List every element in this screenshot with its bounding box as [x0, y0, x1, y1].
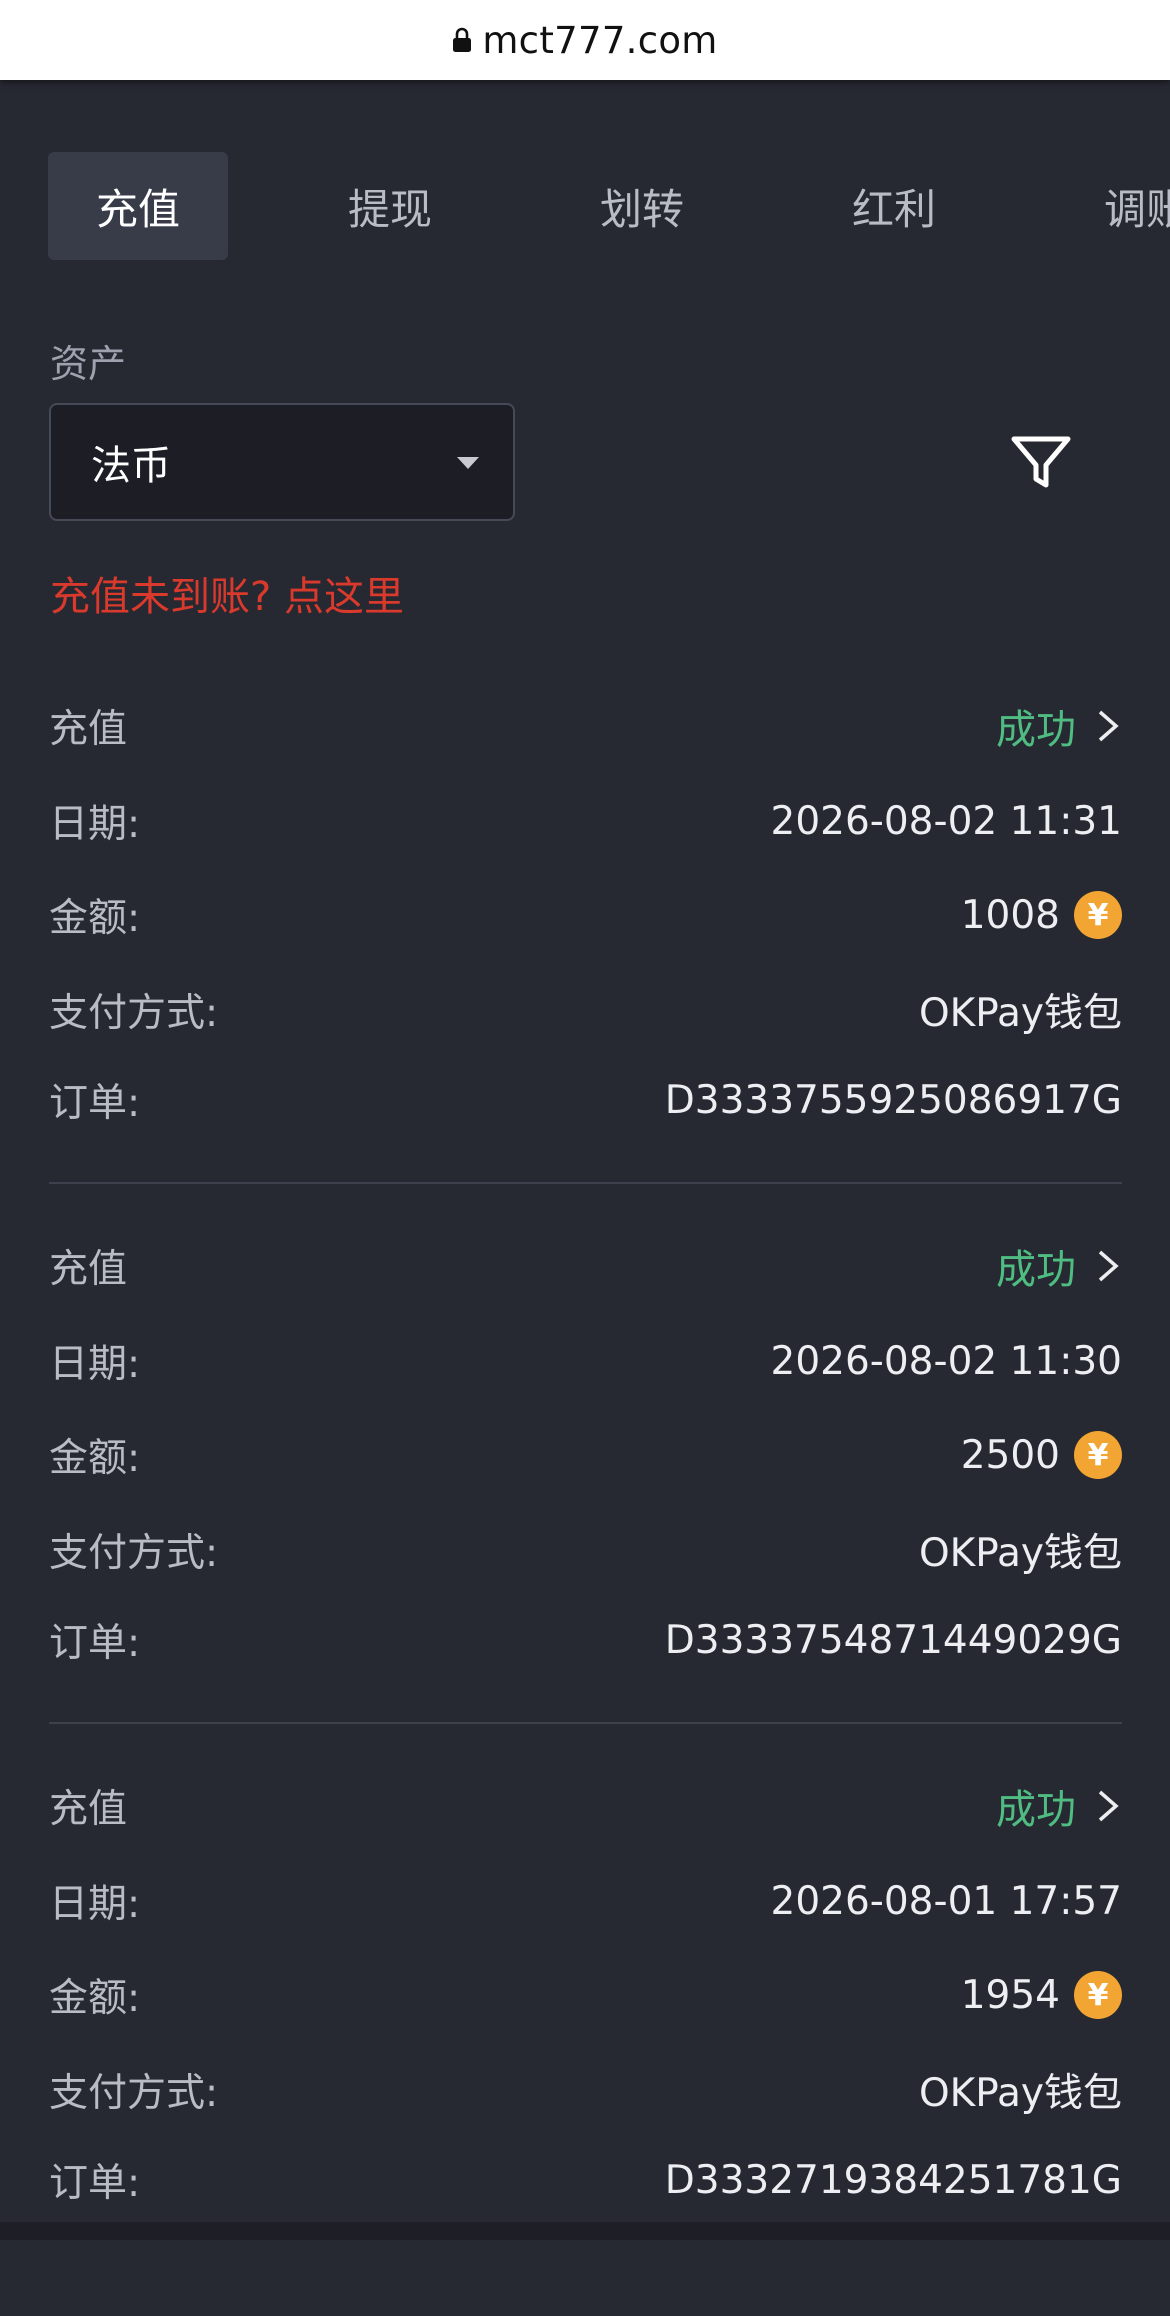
order-label: 订单: [49, 2161, 141, 2206]
asset-label: 资产 [50, 342, 127, 386]
status-badge: 成功 [996, 1247, 1076, 1293]
order-row: 订单: D3332719384251781G [49, 2150, 1122, 2210]
record-header: 充值 成功 [49, 696, 1122, 756]
chevron-right-icon[interactable] [1094, 706, 1122, 746]
amount-value: 1008 [960, 892, 1060, 938]
amount-label: 金额: [49, 1976, 141, 2021]
status-badge: 成功 [996, 707, 1076, 753]
method-row: 支付方式: OKPay钱包 [49, 2060, 1122, 2120]
method-label: 支付方式: [49, 2071, 219, 2116]
deposit-not-received-link[interactable]: 充值未到账? 点这里 [50, 564, 404, 622]
method-row: 支付方式: OKPay钱包 [49, 980, 1122, 1040]
order-value: D3333755925086917G [664, 1077, 1122, 1123]
divider [49, 1182, 1122, 1184]
tab-bonus[interactable]: 红利 [804, 152, 984, 260]
method-value: OKPay钱包 [918, 2071, 1122, 2116]
caret-down-icon [457, 457, 479, 469]
chevron-right-icon[interactable] [1094, 1786, 1122, 1826]
deposit-record[interactable]: 充值 成功 日期: 2026-08-02 11:31 金额: 1008 ¥ 支付… [49, 696, 1122, 1236]
yuan-coin-icon: ¥ [1074, 1971, 1122, 2019]
record-type: 充值 [49, 1247, 128, 1292]
chevron-right-icon[interactable] [1094, 1246, 1122, 1286]
record-type-tabs: 充值 提现 划转 红利 调账 [0, 152, 1170, 262]
record-type: 充值 [49, 707, 128, 752]
date-value: 2026-08-02 11:31 [770, 798, 1122, 844]
date-row: 日期: 2026-08-02 11:30 [49, 1331, 1122, 1391]
tab-deposit[interactable]: 充值 [48, 152, 228, 260]
method-label: 支付方式: [49, 991, 219, 1036]
tab-adjustment[interactable]: 调账 [1056, 152, 1170, 260]
bottom-edge [0, 2222, 1170, 2240]
order-label: 订单: [49, 1621, 141, 1666]
date-row: 日期: 2026-08-02 11:31 [49, 791, 1122, 851]
method-label: 支付方式: [49, 1531, 219, 1576]
amount-label: 金额: [49, 896, 141, 941]
deposit-record[interactable]: 充值 成功 日期: 2026-08-02 11:30 金额: 2500 ¥ 支付… [49, 1236, 1122, 1776]
amount-value: 1954 [960, 1972, 1060, 2018]
method-row: 支付方式: OKPay钱包 [49, 1520, 1122, 1580]
divider [49, 1722, 1122, 1724]
order-row: 订单: D3333755925086917G [49, 1070, 1122, 1130]
url-text: mct777.com [482, 18, 718, 62]
order-label: 订单: [49, 1081, 141, 1126]
amount-label: 金额: [49, 1436, 141, 1481]
amount-row: 金额: 1008 ¥ [49, 885, 1122, 945]
asset-select-value: 法币 [91, 443, 171, 489]
method-value: OKPay钱包 [918, 991, 1122, 1036]
filter-icon[interactable] [1008, 427, 1074, 493]
order-row: 订单: D3333754871449029G [49, 1610, 1122, 1670]
browser-url-bar[interactable]: mct777.com [0, 0, 1170, 80]
amount-row: 金额: 1954 ¥ [49, 1965, 1122, 2025]
record-type: 充值 [49, 1787, 128, 1832]
date-value: 2026-08-02 11:30 [770, 1338, 1122, 1384]
order-value: D3332719384251781G [664, 2157, 1122, 2203]
tab-withdraw[interactable]: 提现 [300, 152, 480, 260]
date-label: 日期: [49, 1882, 141, 1927]
lock-icon [453, 27, 472, 52]
amount-value: 2500 [960, 1432, 1060, 1478]
date-label: 日期: [49, 802, 141, 847]
method-value: OKPay钱包 [918, 1531, 1122, 1576]
amount-row: 金额: 2500 ¥ [49, 1425, 1122, 1485]
date-row: 日期: 2026-08-01 17:57 [49, 1871, 1122, 1931]
record-header: 充值 成功 [49, 1236, 1122, 1296]
asset-select[interactable]: 法币 [49, 403, 515, 521]
yuan-coin-icon: ¥ [1074, 891, 1122, 939]
date-value: 2026-08-01 17:57 [770, 1878, 1122, 1924]
order-value: D3333754871449029G [664, 1617, 1122, 1663]
status-badge: 成功 [996, 1787, 1076, 1833]
date-label: 日期: [49, 1342, 141, 1387]
yuan-coin-icon: ¥ [1074, 1431, 1122, 1479]
record-header: 充值 成功 [49, 1776, 1122, 1836]
tab-transfer[interactable]: 划转 [552, 152, 732, 260]
